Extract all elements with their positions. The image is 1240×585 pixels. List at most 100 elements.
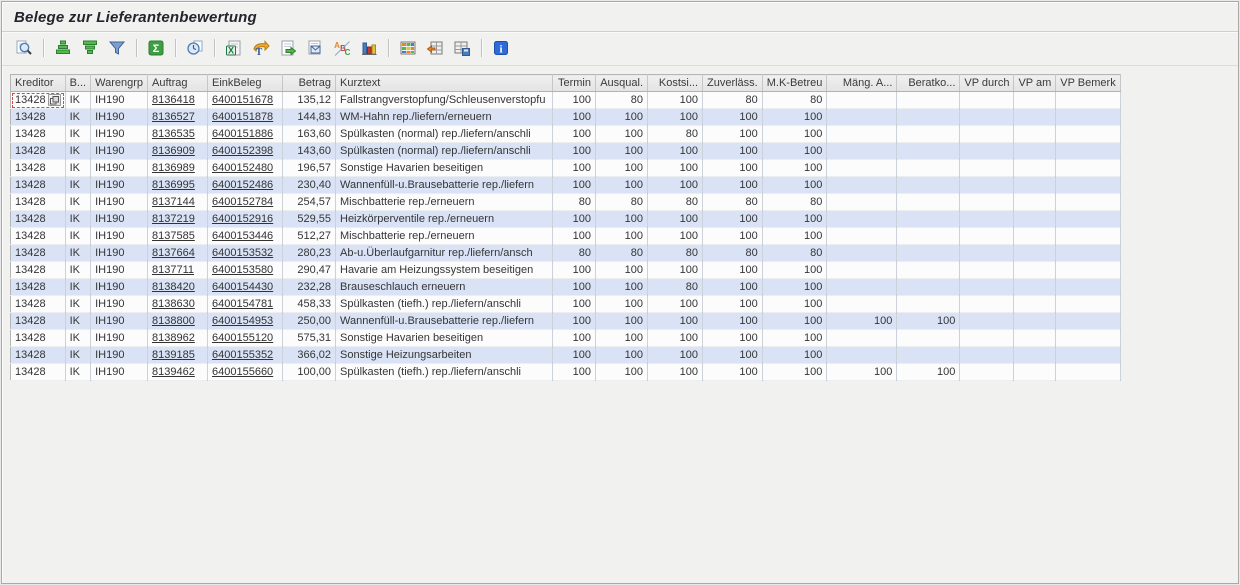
cell-vp_am (1014, 109, 1056, 126)
column-header-maeng[interactable]: Mäng. A... (827, 75, 897, 92)
einkbeleg-link[interactable]: 6400154781 (212, 298, 273, 310)
cell-ausqual: 100 (596, 330, 648, 347)
column-header-betrag[interactable]: Betrag (283, 75, 336, 92)
einkbeleg-link[interactable]: 6400151878 (212, 111, 273, 123)
einkbeleg-link[interactable]: 6400151886 (212, 128, 273, 140)
column-header-einkbeleg[interactable]: EinkBeleg (208, 75, 283, 92)
excel-export-icon[interactable]: X (222, 37, 246, 59)
einkbeleg-link[interactable]: 6400153580 (212, 264, 273, 276)
titlebar: Belege zur Lieferantenbewertung (2, 2, 1238, 31)
einkbeleg-link[interactable]: 6400155120 (212, 332, 273, 344)
auftrag-link[interactable]: 8138420 (152, 281, 195, 293)
sum-icon[interactable]: Σ (144, 37, 168, 59)
save-layout-icon[interactable] (450, 37, 474, 59)
column-header-mkbetreu[interactable]: M.K-Betreu (762, 75, 827, 92)
einkbeleg-link[interactable]: 6400155660 (212, 366, 273, 378)
column-header-vp_bemerk[interactable]: VP Bemerk (1056, 75, 1120, 92)
change-layout-icon[interactable] (423, 37, 447, 59)
einkbeleg-link[interactable]: 6400152784 (212, 196, 273, 208)
svg-text:X: X (228, 46, 234, 56)
cell-kreditor: 13428 (11, 211, 66, 228)
column-header-termin[interactable]: Termin (553, 75, 596, 92)
chart-icon[interactable] (357, 37, 381, 59)
cell-b: IK (65, 330, 91, 347)
cell-vp_am (1014, 160, 1056, 177)
column-header-ausqual[interactable]: Ausqual. (596, 75, 648, 92)
column-header-beratko[interactable]: Beratko... (897, 75, 960, 92)
local-file-export-icon[interactable] (276, 37, 300, 59)
cell-mkbetreu: 80 (762, 194, 827, 211)
column-header-b[interactable]: B... (65, 75, 91, 92)
auftrag-link[interactable]: 8137585 (152, 230, 195, 242)
cell-einkbeleg: 6400153580 (208, 262, 283, 279)
cell-b: IK (65, 194, 91, 211)
cell-einkbeleg: 6400154430 (208, 279, 283, 296)
cell-zuverlaess: 100 (703, 211, 763, 228)
abc-analysis-icon[interactable]: A B C (330, 37, 354, 59)
cell-termin: 100 (553, 211, 596, 228)
auftrag-link[interactable]: 8137664 (152, 247, 195, 259)
column-header-kurztext[interactable]: Kurztext (336, 75, 553, 92)
column-header-zuverlaess[interactable]: Zuverläss. (703, 75, 763, 92)
cell-zuverlaess: 100 (703, 313, 763, 330)
column-header-vp_durch[interactable]: VP durch (960, 75, 1014, 92)
auftrag-link[interactable]: 8136535 (152, 128, 195, 140)
auftrag-link[interactable]: 8136909 (152, 145, 195, 157)
auftrag-link[interactable]: 8139185 (152, 349, 195, 361)
cell-ausqual: 100 (596, 313, 648, 330)
column-header-auftrag[interactable]: Auftrag (148, 75, 208, 92)
column-header-kostsi[interactable]: Kostsi... (648, 75, 703, 92)
cell-vp_durch (960, 228, 1014, 245)
send-mail-icon[interactable] (303, 37, 327, 59)
einkbeleg-link[interactable]: 6400155352 (212, 349, 273, 361)
column-header-kreditor[interactable]: Kreditor (11, 75, 66, 92)
auftrag-link[interactable]: 8137144 (152, 196, 195, 208)
auftrag-link[interactable]: 8137711 (152, 264, 194, 276)
cell-mkbetreu: 100 (762, 296, 827, 313)
einkbeleg-link[interactable]: 6400151678 (212, 94, 273, 106)
einkbeleg-link[interactable]: 6400153446 (212, 230, 273, 242)
refresh-clock-icon[interactable] (183, 37, 207, 59)
auftrag-link[interactable]: 8138800 (152, 315, 195, 327)
choose-layout-icon[interactable] (396, 37, 420, 59)
word-processing-icon[interactable]: T (249, 37, 273, 59)
einkbeleg-link[interactable]: 6400152486 (212, 179, 273, 191)
cell-vp_am (1014, 296, 1056, 313)
cell-einkbeleg: 6400151678 (208, 92, 283, 109)
cell-kreditor: 13428 (11, 126, 66, 143)
table-row: 13428IKIH19081369896400152480196,57Sonst… (11, 160, 1121, 177)
einkbeleg-link[interactable]: 6400152916 (212, 213, 273, 225)
cell-kurztext: Fallstrangverstopfung/Schleusenverstopfu (336, 92, 553, 109)
einkbeleg-link[interactable]: 6400154430 (212, 281, 273, 293)
cell-detail-button[interactable] (48, 94, 61, 106)
auftrag-link[interactable]: 8137219 (152, 213, 195, 225)
auftrag-link[interactable]: 8136995 (152, 179, 195, 191)
cell-vp_am (1014, 245, 1056, 262)
einkbeleg-link[interactable]: 6400152480 (212, 162, 273, 174)
auftrag-link[interactable]: 8136989 (152, 162, 195, 174)
sort-ascending-icon[interactable] (51, 37, 75, 59)
auftrag-link[interactable]: 8136418 (152, 94, 195, 106)
column-header-vp_am[interactable]: VP am (1014, 75, 1056, 92)
cell-maeng (827, 228, 897, 245)
info-icon[interactable]: i (489, 37, 513, 59)
cell-vp_am (1014, 313, 1056, 330)
auftrag-link[interactable]: 8138630 (152, 298, 195, 310)
cell-termin: 100 (553, 330, 596, 347)
cell-termin: 100 (553, 160, 596, 177)
cell-kostsi: 100 (648, 347, 703, 364)
auftrag-link[interactable]: 8138962 (152, 332, 195, 344)
einkbeleg-link[interactable]: 6400152398 (212, 145, 273, 157)
cell-vp_durch (960, 211, 1014, 228)
column-header-warengrp[interactable]: Warengrp (91, 75, 148, 92)
auftrag-link[interactable]: 8139462 (152, 366, 195, 378)
cell-warengrp: IH190 (91, 194, 148, 211)
find-icon[interactable] (12, 37, 36, 59)
auftrag-link[interactable]: 8136527 (152, 111, 195, 123)
sort-descending-icon[interactable] (78, 37, 102, 59)
einkbeleg-link[interactable]: 6400153532 (212, 247, 273, 259)
filter-icon[interactable] (105, 37, 129, 59)
cell-mkbetreu: 100 (762, 228, 827, 245)
einkbeleg-link[interactable]: 6400154953 (212, 315, 273, 327)
cell-ausqual: 100 (596, 228, 648, 245)
